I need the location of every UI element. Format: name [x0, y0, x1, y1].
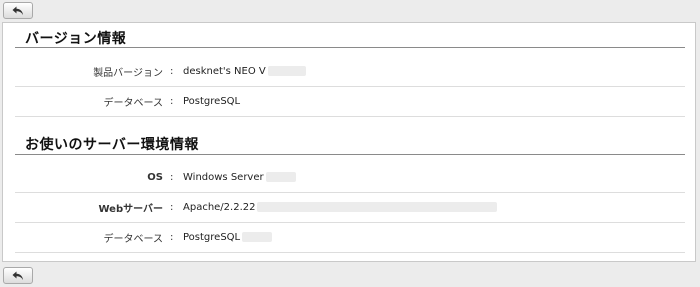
row-value: desknet's NEO V [183, 56, 306, 86]
redacted-block [265, 172, 296, 182]
row-value: PostgreSQL [183, 222, 273, 252]
row-colon: : [170, 231, 174, 243]
info-row-product-version: 製品バージョン : desknet's NEO V [15, 56, 685, 87]
section-divider [15, 47, 685, 48]
redacted-block [242, 232, 273, 242]
version-info-title: バージョン情報 [25, 31, 127, 47]
row-label: データベース [103, 233, 164, 245]
row-label: OS [147, 171, 163, 183]
info-row-web-server: Webサーバー : Apache/2.2.22 [15, 192, 685, 223]
row-label: 製品バージョン [93, 67, 163, 79]
row-colon: : [170, 201, 174, 213]
row-value-text: Windows Server [183, 171, 264, 183]
row-label: データベース [103, 97, 164, 109]
undo-arrow-icon [12, 271, 23, 280]
row-value-text: PostgreSQL [183, 231, 241, 243]
bottom-toolbar [0, 265, 700, 287]
back-button-top[interactable] [3, 2, 33, 19]
row-value: Windows Server [183, 162, 296, 192]
row-colon: : [170, 95, 174, 107]
redacted-block [267, 66, 306, 76]
row-value: Apache/2.2.22 [183, 192, 498, 222]
row-colon: : [170, 65, 174, 77]
row-value: PostgreSQL [183, 95, 241, 107]
undo-arrow-icon [12, 6, 23, 15]
row-colon: : [170, 171, 174, 183]
section-divider [15, 154, 685, 155]
info-row-server-database: データベース : PostgreSQL [15, 222, 685, 253]
back-button-bottom[interactable] [3, 267, 33, 284]
redacted-block [257, 202, 498, 212]
top-toolbar [0, 0, 700, 22]
info-panel: バージョン情報 製品バージョン : desknet's NEO V データベース… [2, 22, 696, 262]
info-row-database: データベース : PostgreSQL [15, 86, 685, 117]
row-value-text: desknet's NEO V [183, 65, 266, 77]
row-value-text: Apache/2.2.22 [183, 201, 256, 213]
info-row-os: OS : Windows Server [15, 162, 685, 193]
row-label: Webサーバー [98, 203, 163, 215]
server-env-title: お使いのサーバー環境情報 [25, 137, 199, 153]
